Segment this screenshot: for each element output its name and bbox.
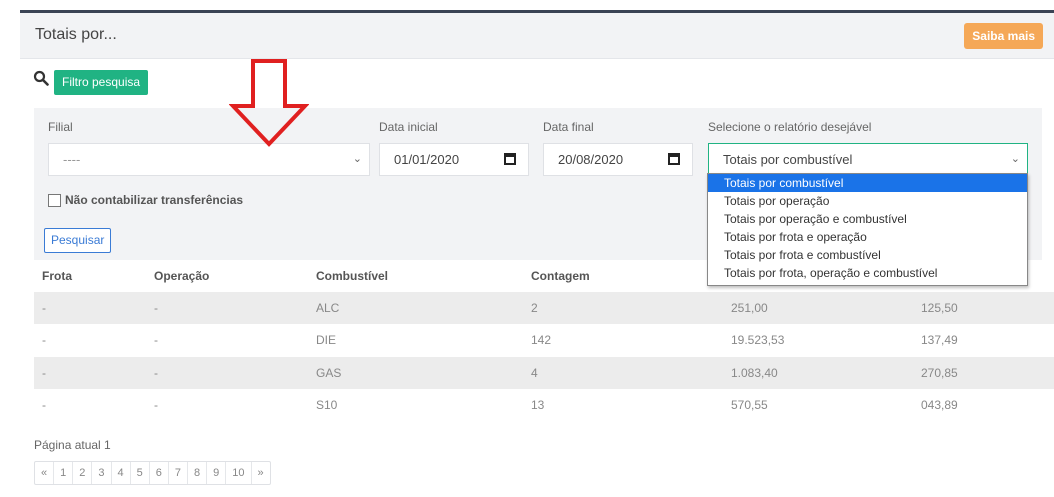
data-final-label: Data final	[543, 120, 594, 134]
page-4[interactable]: 4	[110, 462, 130, 484]
cell-operacao: -	[154, 333, 158, 347]
cell-contagem: 13	[531, 398, 545, 412]
table-row: - - ALC 2 251,00 125,50	[34, 292, 1054, 324]
relatorio-label: Selecione o relatório desejável	[708, 120, 872, 134]
page-header: Totais por... Saiba mais	[20, 13, 1054, 59]
cell-media: 270,85	[921, 366, 958, 380]
cell-operacao: -	[154, 366, 158, 380]
saiba-mais-button[interactable]: Saiba mais	[964, 23, 1043, 49]
filial-value: ----	[63, 152, 81, 167]
relatorio-select[interactable]: Totais por combustível ⌄	[708, 143, 1028, 176]
calendar-icon[interactable]	[668, 153, 680, 165]
chevron-down-icon: ⌄	[352, 153, 362, 165]
transferencias-checkbox[interactable]	[48, 194, 61, 207]
cell-frota: -	[42, 301, 46, 315]
cell-total: 1.083,40	[731, 366, 778, 380]
data-inicial-value: 01/01/2020	[394, 152, 460, 167]
data-final-field[interactable]: 20/08/2020	[543, 143, 693, 176]
relatorio-dropdown-list: Totais por combustível Totais por operaç…	[707, 173, 1028, 286]
cell-combustivel: GAS	[316, 366, 342, 380]
table-row: - - DIE 142 19.523,53 137,49	[34, 324, 1054, 356]
page-3[interactable]: 3	[91, 462, 110, 484]
current-page-label: Página atual 1	[34, 438, 111, 452]
calendar-icon[interactable]	[504, 153, 516, 165]
header-operacao: Operação	[154, 269, 210, 283]
page-10[interactable]: 10	[225, 462, 250, 484]
cell-frota: -	[42, 366, 46, 380]
dropdown-option[interactable]: Totais por frota e operação	[708, 228, 1027, 246]
search-icon[interactable]	[33, 70, 49, 86]
red-arrow-annotation	[229, 59, 309, 147]
table-row: - - S10 13 570,55 043,89	[34, 389, 1054, 421]
cell-combustivel: ALC	[316, 301, 340, 315]
page-2[interactable]: 2	[72, 462, 91, 484]
page-prev[interactable]: «	[35, 462, 53, 484]
header-contagem: Contagem	[531, 269, 590, 283]
cell-media: 125,50	[921, 301, 958, 315]
cell-frota: -	[42, 398, 46, 412]
data-final-value: 20/08/2020	[558, 152, 624, 167]
table-row: - - GAS 4 1.083,40 270,85	[34, 357, 1054, 389]
pesquisar-button[interactable]: Pesquisar	[44, 228, 112, 253]
page-9[interactable]: 9	[206, 462, 225, 484]
cell-total: 570,55	[731, 398, 768, 412]
dropdown-option[interactable]: Totais por combustível	[708, 174, 1027, 192]
pagination: « 1 2 3 4 5 6 7 8 9 10 »	[34, 461, 271, 485]
page-7[interactable]: 7	[167, 462, 187, 484]
cell-contagem: 4	[531, 366, 538, 380]
page: Totais por... Saiba mais Filtro pesquisa…	[0, 0, 1054, 497]
cell-contagem: 142	[531, 333, 552, 347]
header-frota: Frota	[42, 269, 72, 283]
dropdown-option[interactable]: Totais por frota e combustível	[708, 246, 1027, 264]
transferencias-label: Não contabilizar transferências	[65, 193, 244, 207]
cell-frota: -	[42, 333, 46, 347]
filial-select[interactable]: ---- ⌄	[48, 143, 370, 176]
cell-combustivel: DIE	[316, 333, 337, 347]
data-inicial-field[interactable]: 01/01/2020	[379, 143, 529, 176]
page-6[interactable]: 6	[148, 462, 168, 484]
filtro-pesquisa-button[interactable]: Filtro pesquisa	[54, 70, 149, 95]
dropdown-option[interactable]: Totais por operação	[708, 192, 1027, 210]
cell-operacao: -	[154, 301, 158, 315]
cell-contagem: 2	[531, 301, 538, 315]
cell-total: 19.523,53	[731, 333, 785, 347]
page-5[interactable]: 5	[129, 462, 149, 484]
dropdown-option[interactable]: Totais por operação e combustível	[708, 210, 1027, 228]
data-inicial-label: Data inicial	[379, 120, 438, 134]
relatorio-value: Totais por combustível	[723, 152, 853, 167]
cell-media: 137,49	[921, 333, 958, 347]
dropdown-option[interactable]: Totais por frota, operação e combustível	[708, 264, 1027, 282]
page-title: Totais por...	[35, 26, 117, 43]
page-next[interactable]: »	[250, 462, 270, 484]
filial-label: Filial	[48, 120, 73, 134]
header-combustivel: Combustível	[316, 269, 389, 283]
cell-combustivel: S10	[316, 398, 338, 412]
cell-operacao: -	[154, 398, 158, 412]
cell-media: 043,89	[921, 398, 958, 412]
chevron-down-icon: ⌄	[1010, 153, 1020, 165]
cell-total: 251,00	[731, 301, 768, 315]
page-8[interactable]: 8	[187, 462, 206, 484]
page-1[interactable]: 1	[53, 462, 72, 484]
